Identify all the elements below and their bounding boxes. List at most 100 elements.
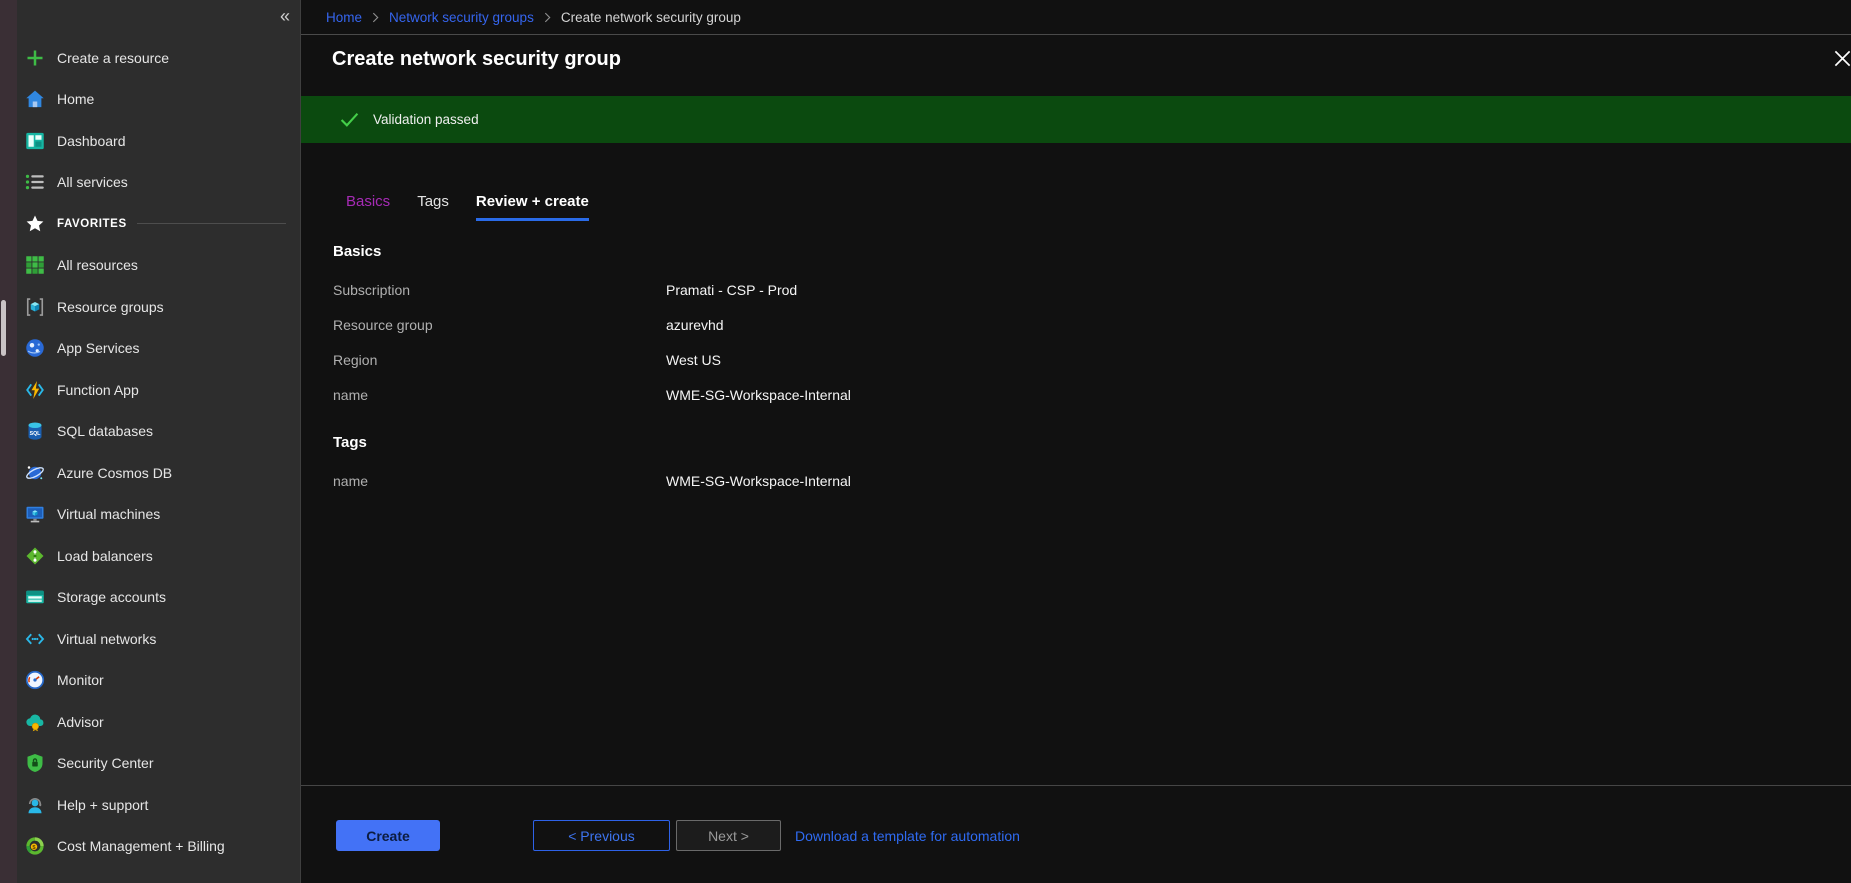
sidebar-item-all-resources[interactable]: All resources bbox=[17, 245, 300, 287]
svg-text:SQL: SQL bbox=[30, 431, 42, 437]
sidebar-item-label: Virtual machines bbox=[57, 506, 160, 522]
review-section-basics: BasicsSubscriptionPramati - CSP - ProdRe… bbox=[333, 238, 1811, 412]
checkmark-icon bbox=[340, 112, 359, 127]
sidebar-item-app-services[interactable]: App Services bbox=[17, 328, 300, 370]
sidebar-item-virtual-machines[interactable]: Virtual machines bbox=[17, 494, 300, 536]
field-label: Resource group bbox=[333, 317, 666, 333]
sql-databases-icon: SQL bbox=[25, 421, 45, 441]
review-row: nameWME-SG-Workspace-Internal bbox=[333, 463, 1811, 498]
review-content: BasicsSubscriptionPramati - CSP - ProdRe… bbox=[333, 238, 1811, 498]
sidebar-item-label: Dashboard bbox=[57, 133, 126, 149]
sidebar-item-label: Load balancers bbox=[57, 548, 153, 564]
all-services-icon bbox=[25, 172, 45, 192]
sidebar-collapse-icon[interactable]: « bbox=[280, 4, 290, 29]
field-value: WME-SG-Workspace-Internal bbox=[666, 387, 851, 403]
star-icon bbox=[25, 214, 45, 234]
sidebar-item-label: Azure Cosmos DB bbox=[57, 465, 172, 481]
review-row: Resource groupazurevhd bbox=[333, 307, 1811, 342]
sidebar-item-label: Home bbox=[57, 91, 94, 107]
cosmos-db-icon bbox=[25, 463, 45, 483]
sidebar-item-label: Advisor bbox=[57, 714, 104, 730]
azure-portal-screen: « Create a resource Home Dashboard All serv… bbox=[0, 0, 1851, 883]
sidebar-item-label: Storage accounts bbox=[57, 589, 166, 605]
sidebar-item-storage-accounts[interactable]: Storage accounts bbox=[17, 577, 300, 619]
sidebar-item-dashboard[interactable]: Dashboard bbox=[17, 120, 300, 162]
sidebar-item-label: SQL databases bbox=[57, 423, 153, 439]
sidebar-item-label: Resource groups bbox=[57, 299, 164, 315]
sidebar-item-azure-cosmos-db[interactable]: Azure Cosmos DB bbox=[17, 452, 300, 494]
main-panel: Home Network security groups Create networ… bbox=[300, 0, 1851, 883]
page-header: Create network security group bbox=[301, 36, 1851, 82]
home-icon bbox=[25, 89, 45, 109]
section-heading: Basics bbox=[333, 238, 1811, 266]
virtual-networks-icon bbox=[25, 629, 45, 649]
download-template-link[interactable]: Download a template for automation bbox=[795, 828, 1020, 844]
breadcrumb-chevron-icon bbox=[372, 12, 379, 23]
storage-accounts-icon bbox=[25, 587, 45, 607]
sidebar-item-create-a-resource[interactable]: Create a resource bbox=[17, 37, 300, 79]
next-button[interactable]: Next > bbox=[676, 820, 781, 851]
app-services-icon bbox=[25, 338, 45, 358]
breadcrumb-chevron-icon bbox=[544, 12, 551, 23]
previous-button[interactable]: < Previous bbox=[533, 820, 670, 851]
field-value: West US bbox=[666, 352, 721, 368]
field-label: name bbox=[333, 473, 666, 489]
sidebar-item-advisor[interactable]: Advisor bbox=[17, 701, 300, 743]
sidebar-item-label: Function App bbox=[57, 382, 139, 398]
breadcrumb-network-security-groups[interactable]: Network security groups bbox=[389, 10, 534, 25]
sidebar-item-load-balancers[interactable]: Load balancers bbox=[17, 535, 300, 577]
sidebar-item-cost-management-billing[interactable]: $ Cost Management + Billing bbox=[17, 826, 300, 868]
sidebar-item-resource-groups[interactable]: Resource groups bbox=[17, 286, 300, 328]
sidebar-item-label: All resources bbox=[57, 257, 138, 273]
validation-message: Validation passed bbox=[373, 112, 479, 127]
load-balancers-icon bbox=[25, 546, 45, 566]
breadcrumb-create-network-security-group: Create network security group bbox=[561, 10, 741, 25]
left-scrollbar-thumb[interactable] bbox=[1, 300, 6, 356]
security-center-icon bbox=[25, 753, 45, 773]
sidebar-item-help-support[interactable]: Help + support bbox=[17, 784, 300, 826]
sidebar: « Create a resource Home Dashboard All serv… bbox=[17, 0, 300, 883]
breadcrumb: Home Network security groups Create networ… bbox=[326, 10, 741, 25]
sidebar-item-label: Cost Management + Billing bbox=[57, 838, 225, 854]
create-button[interactable]: Create bbox=[336, 820, 440, 851]
sidebar-favorites-header: FAVORITES bbox=[17, 203, 300, 245]
page-title: Create network security group bbox=[332, 48, 621, 71]
favorites-divider bbox=[137, 223, 286, 224]
breadcrumb-bar: Home Network security groups Create networ… bbox=[301, 0, 1851, 35]
review-row: RegionWest US bbox=[333, 342, 1811, 377]
dashboard-icon bbox=[25, 131, 45, 151]
all-resources-icon bbox=[25, 255, 45, 275]
sidebar-item-label: Create a resource bbox=[57, 50, 169, 66]
validation-banner: Validation passed bbox=[301, 96, 1851, 143]
sidebar-item-home[interactable]: Home bbox=[17, 79, 300, 121]
resource-groups-icon bbox=[25, 297, 45, 317]
sidebar-nav: Create a resource Home Dashboard All servic… bbox=[17, 0, 300, 867]
sidebar-item-monitor[interactable]: Monitor bbox=[17, 660, 300, 702]
monitor-icon bbox=[25, 670, 45, 690]
sidebar-item-label: All services bbox=[57, 174, 128, 190]
favorites-label: FAVORITES bbox=[57, 218, 127, 230]
field-label: Subscription bbox=[333, 282, 666, 298]
tab-basics[interactable]: Basics bbox=[346, 193, 390, 221]
function-app-icon bbox=[25, 380, 45, 400]
sidebar-item-all-services[interactable]: All services bbox=[17, 162, 300, 204]
close-icon[interactable] bbox=[1829, 45, 1851, 71]
cost-management-icon: $ bbox=[25, 836, 45, 856]
tab-review-create[interactable]: Review + create bbox=[476, 193, 589, 221]
help-support-icon bbox=[25, 795, 45, 815]
sidebar-item-sql-databases[interactable]: SQL SQL databases bbox=[17, 411, 300, 453]
field-value: WME-SG-Workspace-Internal bbox=[666, 473, 851, 489]
sidebar-item-label: Help + support bbox=[57, 797, 148, 813]
review-row: SubscriptionPramati - CSP - Prod bbox=[333, 272, 1811, 307]
left-edge-strip bbox=[0, 0, 17, 883]
tab-tags[interactable]: Tags bbox=[417, 193, 449, 221]
sidebar-item-security-center[interactable]: Security Center bbox=[17, 743, 300, 785]
tab-bar: Basics Tags Review + create bbox=[346, 193, 589, 221]
sidebar-item-label: Monitor bbox=[57, 672, 104, 688]
sidebar-item-virtual-networks[interactable]: Virtual networks bbox=[17, 618, 300, 660]
advisor-icon bbox=[25, 712, 45, 732]
breadcrumb-home[interactable]: Home bbox=[326, 10, 362, 25]
sidebar-item-label: Virtual networks bbox=[57, 631, 156, 647]
sidebar-item-function-app[interactable]: Function App bbox=[17, 369, 300, 411]
plus-icon bbox=[25, 48, 45, 68]
